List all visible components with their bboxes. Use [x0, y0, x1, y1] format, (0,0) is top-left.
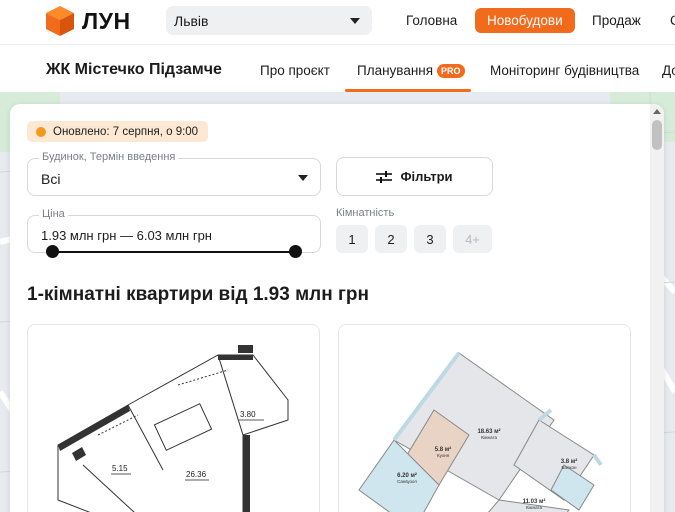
price-range-field[interactable]: Ціна 1.93 млн грн — 6.03 млн грн: [27, 208, 321, 253]
chevron-down-icon: [298, 175, 308, 181]
nav-next-item[interactable]: С: [670, 13, 675, 28]
plan-room-area: 18.63 м²: [477, 428, 500, 435]
filters-button-label: Фільтри: [400, 169, 453, 184]
plan-room-area-label: 5.15: [112, 464, 128, 473]
price-label: Ціна: [39, 208, 68, 220]
section-title: 1-кімнатні квартири від 1.93 млн грн: [27, 284, 369, 305]
filter-sliders-icon: [376, 170, 393, 183]
price-slider-max-handle[interactable]: [288, 245, 302, 258]
plan-room-area: 11.03 м²: [523, 498, 546, 505]
tab-construction-monitoring[interactable]: Моніторинг будівництва: [490, 63, 639, 78]
nav-home[interactable]: Головна: [406, 13, 457, 28]
plan-room-area: 5.8 м²: [435, 446, 451, 453]
tab-plans[interactable]: Планування PRO: [357, 63, 465, 78]
pro-badge: PRO: [437, 64, 465, 78]
plan-room-name: Санвузол: [397, 479, 417, 484]
room-filter-3[interactable]: 3: [414, 225, 446, 253]
floor-plan-card[interactable]: 18.63 м² Кімната 5.8 м² Кухня 6.20 м² Са…: [338, 324, 631, 512]
chevron-down-icon: [350, 17, 360, 24]
house-select[interactable]: Будинок, Термін введення Всі: [27, 151, 321, 196]
room-filter-1[interactable]: 1: [336, 225, 368, 253]
price-slider-track[interactable]: [52, 251, 295, 253]
plan-room-area: 6.20 м²: [397, 472, 417, 479]
logo[interactable]: ЛУН: [44, 4, 131, 38]
plan-room-area: 3.8 м²: [561, 458, 577, 465]
plan-room-area-label: 26.36: [186, 470, 207, 479]
plan-room-name: Кухня: [437, 453, 450, 458]
filters-button[interactable]: Фільтри: [336, 157, 493, 196]
scrollbar[interactable]: [650, 104, 664, 512]
tab-about[interactable]: Про проєкт: [260, 63, 330, 78]
city-select[interactable]: Львів: [166, 6, 372, 35]
price-slider-min-handle[interactable]: [45, 245, 59, 258]
house-select-label: Будинок, Термін введення: [39, 151, 179, 163]
logo-text: ЛУН: [82, 7, 131, 34]
floor-plan-drawing: 3.80 5.15 26.36: [57, 345, 289, 512]
room-filter-4-plus: 4+: [453, 225, 492, 253]
top-navigation: ЛУН Львів Головна Новобудови Продаж С: [0, 0, 675, 44]
rooms-label: Кімнатність: [336, 207, 395, 219]
plan-room-name: Балкон: [561, 465, 577, 470]
plan-room-area-label: 3.80: [240, 410, 256, 419]
planning-panel: Оновлено: 7 серпня, о 9:00 Будинок, Терм…: [10, 104, 664, 512]
project-title: ЖК Містечко Підзамче: [46, 61, 222, 78]
plan-room-name: Кімната: [526, 505, 543, 510]
plan-room-name: Кімната: [481, 435, 498, 440]
city-select-value: Львів: [174, 12, 209, 29]
project-bar: ЖК Містечко Підзамче Про проєкт Плануван…: [0, 44, 675, 92]
tab-plans-label: Планування: [357, 63, 434, 78]
logo-cube-icon: [46, 6, 74, 36]
updated-badge: Оновлено: 7 серпня, о 9:00: [27, 121, 209, 142]
scroll-up-arrow-icon[interactable]: [653, 109, 661, 114]
tab-next[interactable]: До: [662, 63, 675, 78]
scrollbar-thumb[interactable]: [652, 120, 662, 150]
room-filter-2[interactable]: 2: [375, 225, 407, 253]
status-dot-icon: [36, 127, 46, 137]
floor-plan-drawing: 18.63 м² Кімната 5.8 м² Кухня 6.20 м² Са…: [358, 351, 603, 512]
nav-sale[interactable]: Продаж: [592, 13, 641, 28]
nav-new-buildings[interactable]: Новобудови: [475, 8, 575, 33]
price-range-value: 1.93 млн грн — 6.03 млн грн: [41, 228, 212, 243]
floor-plan-card[interactable]: 3.80 5.15 26.36: [27, 324, 320, 512]
house-select-value: Всі: [41, 171, 61, 187]
updated-text: Оновлено: 7 серпня, о 9:00: [53, 125, 199, 138]
